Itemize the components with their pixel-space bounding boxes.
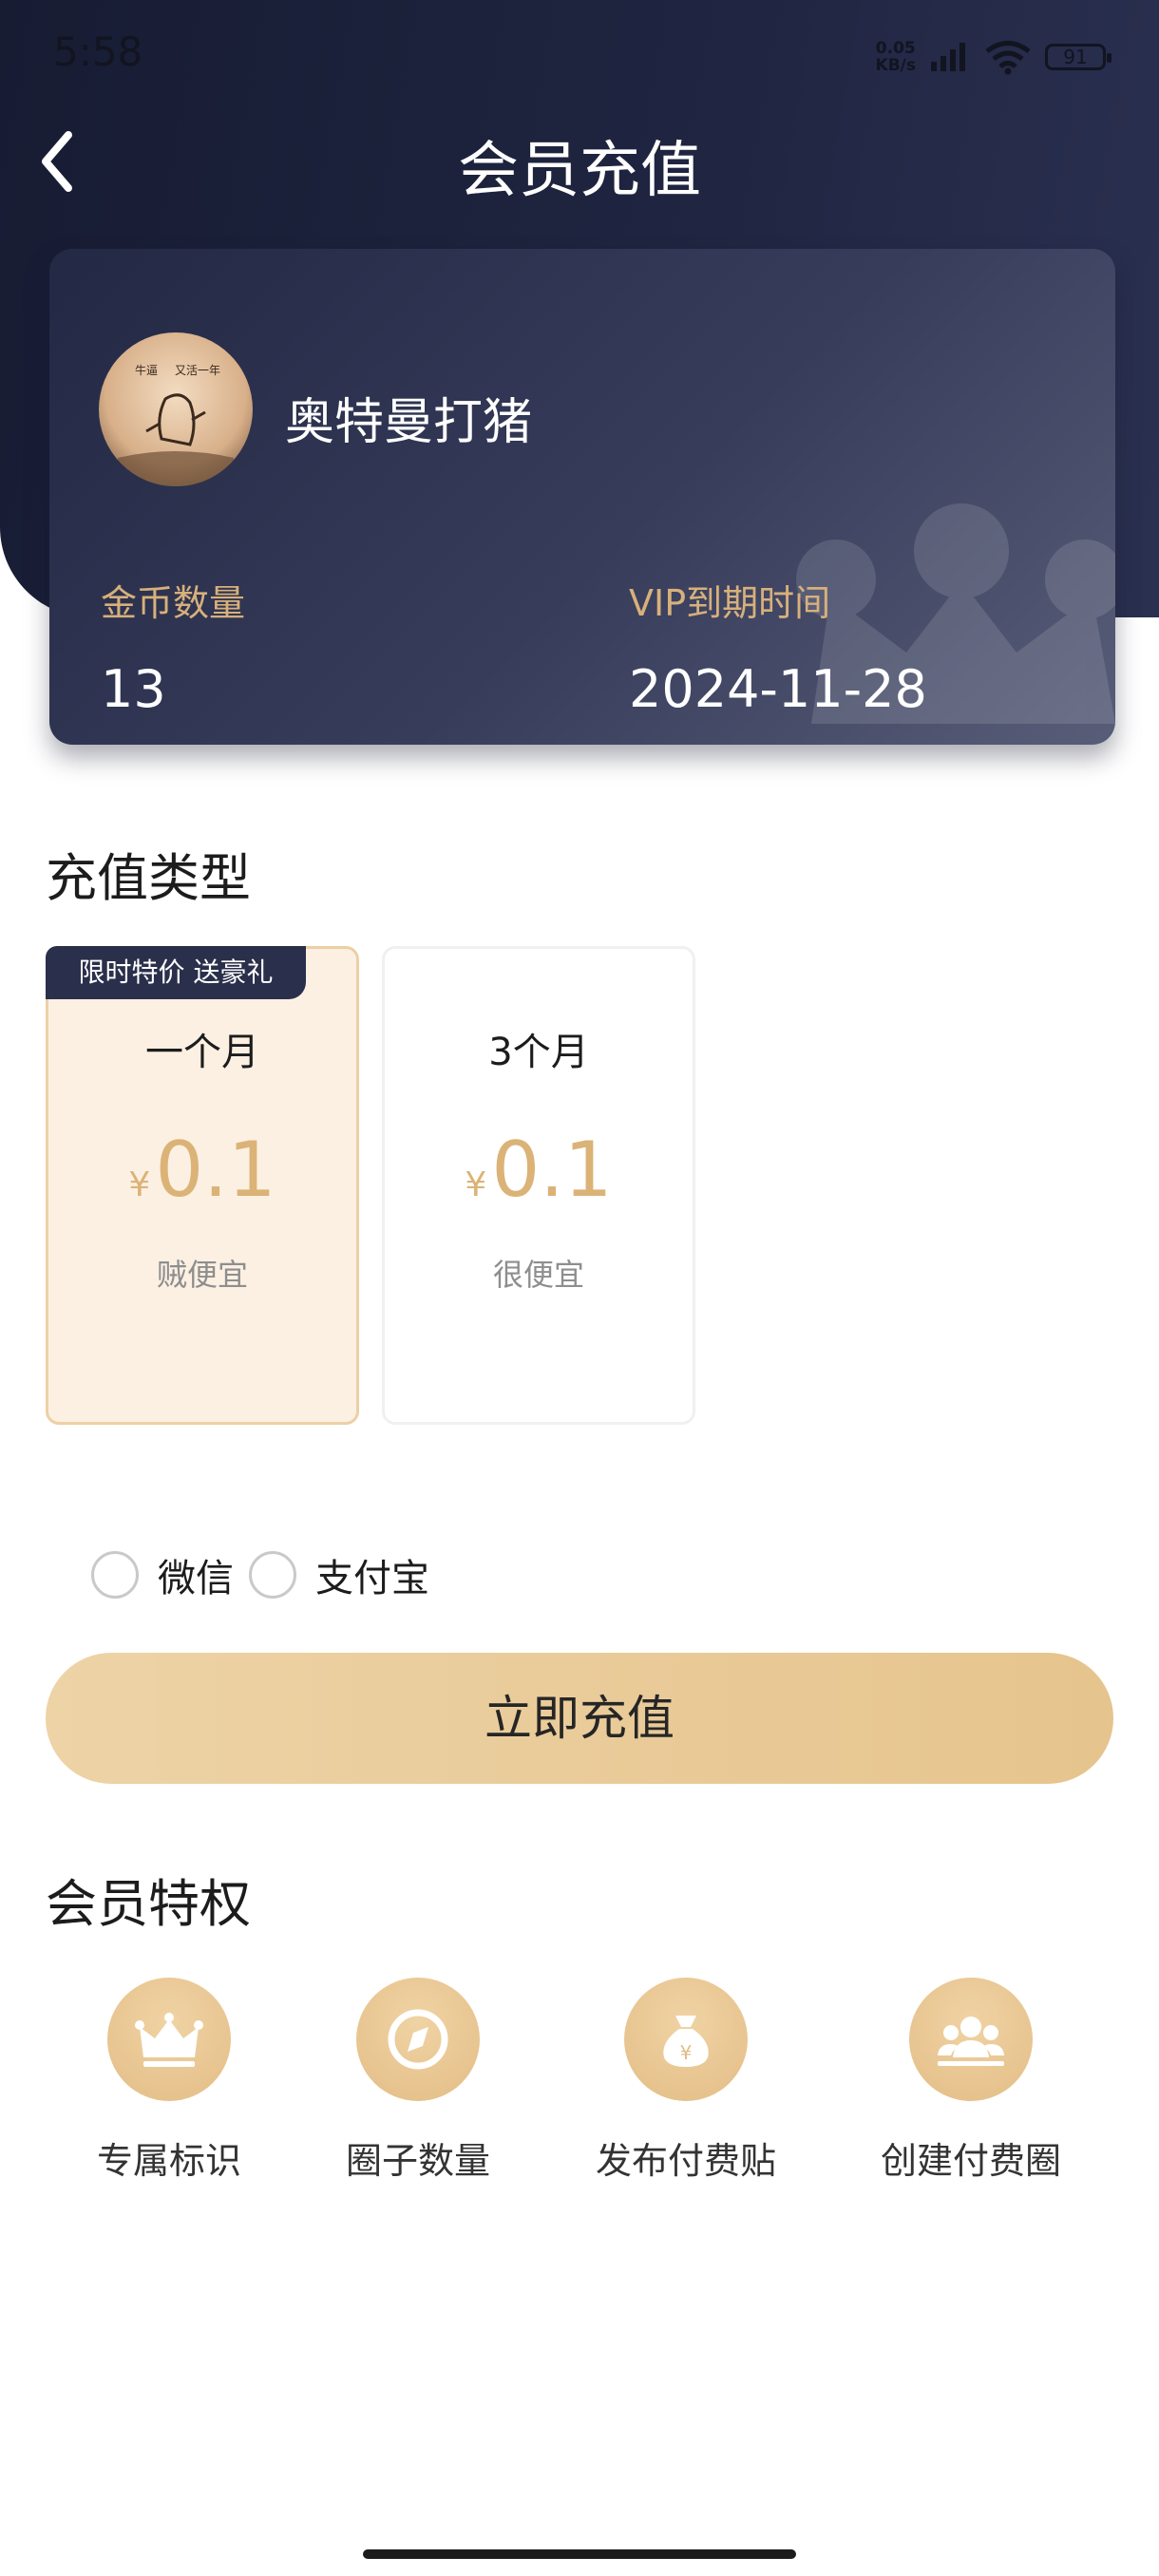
payment-option-alipay[interactable]: 支付宝 — [249, 1546, 429, 1603]
username: 奥特曼打猪 — [285, 394, 533, 451]
status-icons: 0.05 KB/s 91 — [875, 34, 1112, 80]
privileges-title: 会员特权 — [46, 1874, 251, 1934]
plan-description: 很便宜 — [492, 1257, 584, 1293]
recharge-now-button[interactable]: 立即充值 — [46, 1653, 1113, 1784]
home-indicator[interactable] — [363, 2549, 796, 2559]
vip-expiry-value: 2024-11-28 — [629, 659, 927, 719]
plan-name: 一个月 — [145, 1031, 259, 1074]
status-time: 5:58 — [53, 28, 143, 75]
plan-price: ¥ 0.1 — [385, 1126, 693, 1214]
privilege-label: 专属标识 — [96, 2140, 241, 2182]
status-bar: 5:58 0.05 KB/s 91 — [0, 0, 1159, 104]
svg-text:¥: ¥ — [680, 2041, 693, 2064]
avatar-text-2: 又活一年 — [175, 364, 220, 377]
avatar-text-1: 牛逼 — [135, 363, 158, 377]
payment-option-wechat[interactable]: 微信 — [91, 1546, 234, 1603]
radio-wechat[interactable] — [91, 1551, 139, 1599]
plan-card-three-months[interactable]: 3个月 ¥ 0.1 很便宜 — [382, 946, 695, 1425]
payment-label-wechat: 微信 — [158, 1557, 234, 1601]
price-amount: 0.1 — [155, 1126, 276, 1214]
promo-tag: 限时特价 送豪礼 — [46, 946, 306, 999]
privilege-label: 发布付费贴 — [595, 2140, 776, 2182]
money-bag-icon: ¥ — [624, 1978, 748, 2101]
coins-label: 金币数量 — [101, 582, 246, 624]
battery-icon: 91 — [1045, 44, 1112, 70]
radio-alipay[interactable] — [249, 1551, 296, 1599]
privilege-paid-post[interactable]: ¥ 发布付费贴 — [572, 1978, 800, 2184]
avatar-image: 牛逼 又活一年 — [99, 332, 253, 486]
group-icon — [909, 1978, 1033, 2101]
recharge-type-title: 充值类型 — [46, 848, 251, 908]
privilege-label: 创建付费圈 — [880, 2140, 1061, 2182]
member-card: 牛逼 又活一年 奥特曼打猪 金币数量 13 VIP到期时间 2024-11-28 — [49, 249, 1115, 745]
privilege-exclusive-badge[interactable]: 专属标识 — [55, 1978, 283, 2184]
currency-symbol: ¥ — [128, 1165, 151, 1204]
coins-value: 13 — [101, 659, 166, 719]
signal-icon — [931, 43, 965, 71]
plan-card-one-month[interactable]: 限时特价 送豪礼 一个月 ¥ 0.1 贼便宜 — [46, 946, 359, 1425]
payment-label-alipay: 支付宝 — [315, 1557, 429, 1601]
vip-expiry-label: VIP到期时间 — [629, 582, 831, 624]
plan-name: 3个月 — [488, 1031, 589, 1074]
privilege-circle-count[interactable]: 圈子数量 — [304, 1978, 532, 2184]
privilege-paid-circle[interactable]: 创建付费圈 — [857, 1978, 1085, 2184]
crown-icon — [107, 1978, 231, 2101]
compass-icon — [356, 1978, 480, 2101]
currency-symbol: ¥ — [465, 1165, 487, 1204]
page-title: 会员充值 — [458, 136, 701, 206]
avatar[interactable]: 牛逼 又活一年 — [99, 332, 253, 486]
privilege-label: 圈子数量 — [345, 2140, 490, 2182]
plan-description: 贼便宜 — [156, 1257, 248, 1293]
network-speed: 0.05 KB/s — [875, 39, 916, 75]
plan-price: ¥ 0.1 — [48, 1126, 356, 1214]
price-amount: 0.1 — [491, 1126, 613, 1214]
wifi-icon — [985, 41, 1031, 75]
